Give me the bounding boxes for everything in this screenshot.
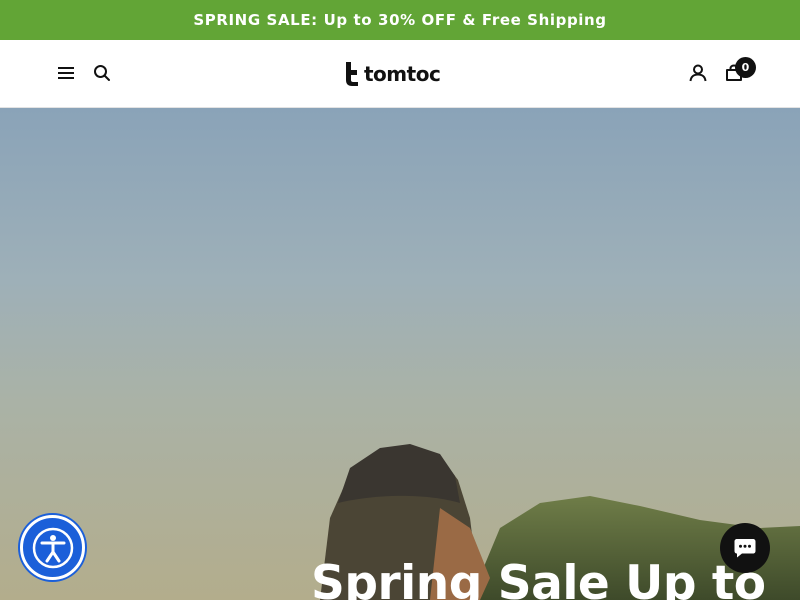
search-icon (94, 65, 110, 81)
menu-button[interactable] (55, 62, 77, 84)
cart-count-badge: 0 (735, 57, 756, 78)
chat-icon (734, 539, 756, 558)
hero-banner[interactable]: Spring Sale Up to (0, 108, 800, 600)
accessibility-button[interactable] (20, 515, 85, 580)
hero-image (0, 108, 800, 600)
site-header: tomtoc (0, 40, 800, 108)
logo-mark-icon (346, 62, 358, 86)
announcement-text: SPRING SALE: Up to 30% OFF & Free Shippi… (193, 11, 607, 29)
announcement-bar: SPRING SALE: Up to 30% OFF & Free Shippi… (0, 0, 800, 40)
chat-button[interactable] (720, 523, 770, 573)
account-button[interactable] (687, 62, 709, 84)
brand-logo[interactable]: tomtoc (344, 60, 441, 88)
hero-title: Spring Sale Up to (311, 556, 766, 600)
search-button[interactable] (91, 62, 113, 84)
menu-icon (58, 67, 74, 79)
accessibility-icon (32, 527, 73, 568)
user-icon (689, 64, 707, 82)
logo-text: tomtoc (364, 62, 441, 86)
